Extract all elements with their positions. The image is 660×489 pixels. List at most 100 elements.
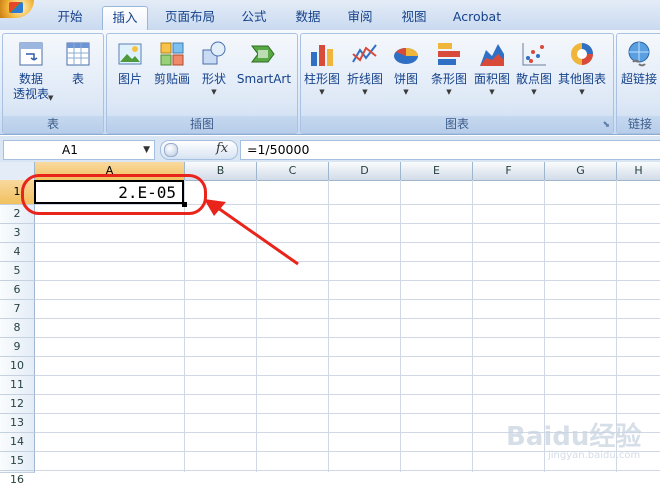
column-header-h[interactable]: H: [617, 162, 660, 181]
gridline: [35, 413, 660, 414]
other-charts-label: 其他图表: [557, 72, 606, 86]
formula-bar-handle-icon[interactable]: [164, 143, 178, 157]
column-header-d[interactable]: D: [329, 162, 401, 181]
row-header-3[interactable]: 3: [0, 224, 35, 243]
chevron-down-icon: ▼: [531, 88, 537, 96]
clip-art-icon: [158, 40, 186, 68]
picture-icon: [116, 40, 144, 68]
name-box[interactable]: A1 ▼: [3, 140, 155, 160]
row-header-6[interactable]: 6: [0, 281, 35, 300]
table-icon: [64, 40, 92, 68]
pie-chart-button[interactable]: 饼图 ▼: [388, 40, 424, 97]
column-header-c[interactable]: C: [257, 162, 329, 181]
chevron-down-icon: ▼: [446, 88, 452, 96]
tab-insert[interactable]: 插入: [102, 6, 148, 30]
formula-input[interactable]: =1/50000: [240, 140, 660, 160]
row-header-7[interactable]: 7: [0, 300, 35, 319]
gridline: [35, 394, 660, 395]
column-header-e[interactable]: E: [401, 162, 473, 181]
pivot-table-label: 数据 透视表: [12, 72, 49, 101]
shapes-button[interactable]: 形状 ▼: [196, 40, 232, 97]
hyperlink-button[interactable]: 超链接: [618, 40, 660, 87]
gridline: [35, 470, 660, 471]
row-header-10[interactable]: 10: [0, 357, 35, 376]
smartart-label: SmartArt: [236, 72, 292, 86]
chevron-down-icon: ▼: [579, 88, 585, 96]
row-header-12[interactable]: 12: [0, 395, 35, 414]
pivot-table-icon: [17, 40, 45, 68]
bar-chart-button[interactable]: 条形图 ▼: [428, 40, 470, 97]
chevron-down-icon: ▼: [489, 88, 495, 96]
column-chart-button[interactable]: 柱形图 ▼: [302, 40, 342, 97]
area-chart-icon: [478, 40, 506, 68]
other-charts-icon: [568, 40, 596, 68]
column-chart-icon: [308, 40, 336, 68]
picture-label: 图片: [117, 72, 142, 86]
tab-page-layout[interactable]: 页面布局: [158, 6, 222, 29]
column-chart-label: 柱形图: [303, 72, 340, 86]
ribbon-tab-bar: [0, 0, 660, 31]
table-label: 表: [71, 72, 84, 86]
dialog-launcher-icon[interactable]: ⬊: [602, 120, 610, 130]
chevron-down-icon: ▼: [362, 88, 368, 96]
tab-view[interactable]: 视图: [392, 6, 436, 29]
pie-chart-icon: [392, 40, 420, 68]
picture-button[interactable]: 图片: [112, 40, 148, 87]
row-header-4[interactable]: 4: [0, 243, 35, 262]
column-header-f[interactable]: F: [473, 162, 545, 181]
gridline: [35, 318, 660, 319]
tab-formulas[interactable]: 公式: [232, 6, 276, 29]
office-logo-icon: [9, 2, 23, 13]
gridline: [35, 261, 660, 262]
row-header-8[interactable]: 8: [0, 319, 35, 338]
gridline: [35, 280, 660, 281]
row-header-13[interactable]: 13: [0, 414, 35, 433]
row-header-15[interactable]: 15: [0, 452, 35, 471]
hyperlink-label: 超链接: [620, 72, 657, 86]
scatter-chart-icon: [520, 40, 548, 68]
row-header-9[interactable]: 9: [0, 338, 35, 357]
bar-chart-label: 条形图: [430, 72, 467, 86]
pivot-table-button[interactable]: 数据 透视表 ▼: [6, 40, 56, 102]
hyperlink-icon: [625, 40, 653, 68]
group-label-links: 链接: [617, 116, 660, 133]
group-label-charts: 图表: [301, 116, 613, 133]
other-charts-button[interactable]: 其他图表 ▼: [556, 40, 608, 97]
gridline: [35, 299, 660, 300]
line-chart-icon: [351, 40, 379, 68]
shapes-icon: [200, 40, 228, 68]
tab-data[interactable]: 数据: [286, 6, 330, 29]
pie-chart-label: 饼图: [393, 72, 418, 86]
shapes-label: 形状: [201, 72, 226, 86]
scatter-chart-label: 散点图: [515, 72, 552, 86]
chevron-down-icon: ▼: [211, 88, 217, 96]
annotation-highlight-oval: [21, 174, 207, 215]
tab-home[interactable]: 开始: [46, 6, 94, 29]
area-chart-button[interactable]: 面积图 ▼: [472, 40, 512, 97]
scatter-chart-button[interactable]: 散点图 ▼: [514, 40, 554, 97]
chevron-down-icon: ▼: [319, 88, 325, 96]
line-chart-label: 折线图: [346, 72, 383, 86]
chevron-down-icon: ▼: [48, 94, 54, 102]
area-chart-label: 面积图: [473, 72, 510, 86]
tab-acrobat[interactable]: Acrobat: [446, 6, 508, 29]
line-chart-button[interactable]: 折线图 ▼: [344, 40, 386, 97]
row-header-14[interactable]: 14: [0, 433, 35, 452]
tab-review[interactable]: 审阅: [338, 6, 382, 29]
row-header-16[interactable]: 16: [0, 471, 35, 486]
gridline: [35, 242, 660, 243]
row-header-11[interactable]: 11: [0, 376, 35, 395]
table-button[interactable]: 表: [58, 40, 98, 87]
chevron-down-icon: ▼: [403, 88, 409, 96]
chevron-down-icon[interactable]: ▼: [143, 141, 150, 159]
bar-chart-icon: [435, 40, 463, 68]
name-box-value: A1: [62, 143, 78, 157]
watermark: Baidu经验: [506, 422, 642, 452]
row-header-5[interactable]: 5: [0, 262, 35, 281]
smartart-button[interactable]: SmartArt: [236, 40, 292, 87]
column-header-g[interactable]: G: [545, 162, 617, 181]
insert-function-icon[interactable]: fx: [216, 140, 228, 158]
clip-art-button[interactable]: 剪贴画: [150, 40, 194, 87]
gridline: [35, 337, 660, 338]
group-label-illustrations: 插图: [107, 116, 297, 133]
